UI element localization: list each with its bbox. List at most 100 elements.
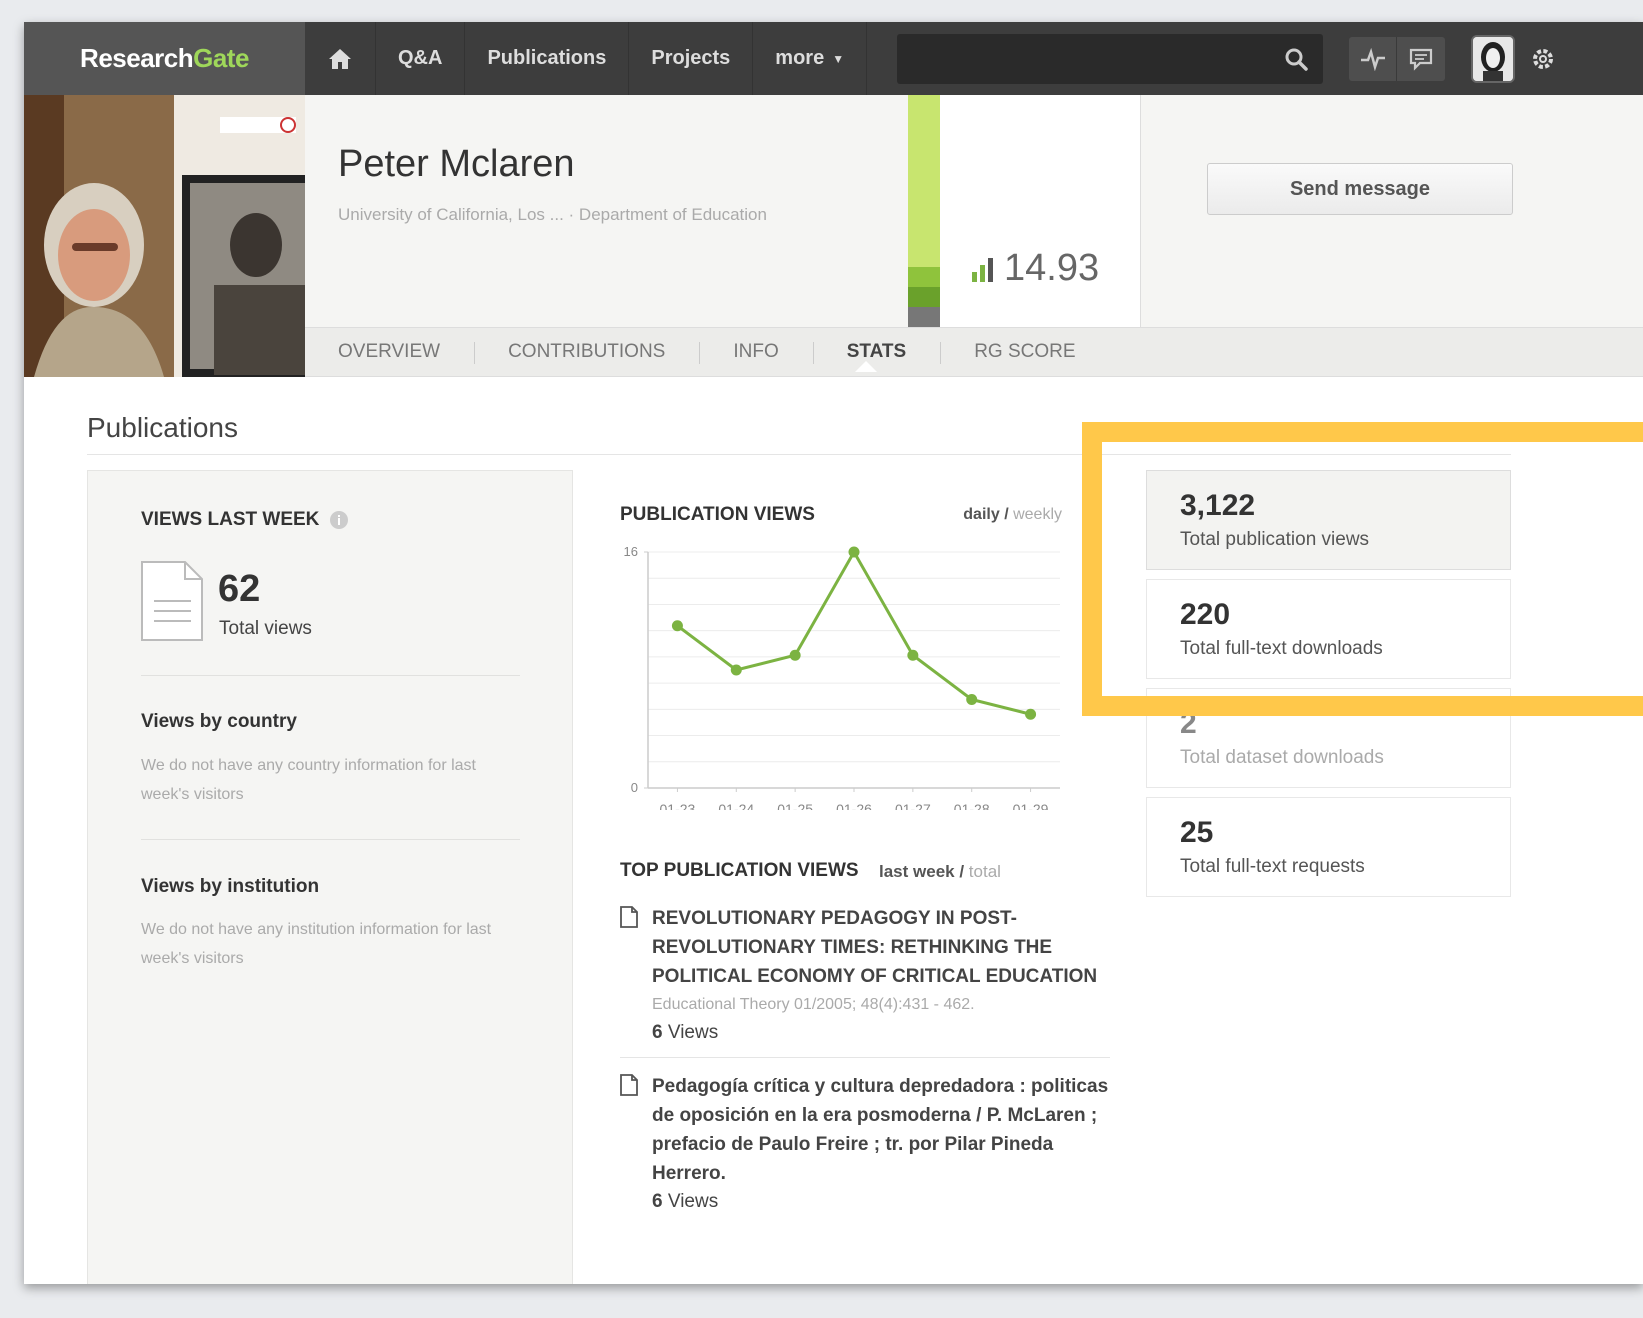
- chart-y-tick-label: 16: [624, 544, 638, 559]
- stat-label: Total dataset downloads: [1180, 747, 1384, 768]
- caret-down-icon: ▼: [832, 51, 845, 66]
- profile-name: Peter Mclaren: [338, 143, 575, 185]
- nav-qa[interactable]: Q&A: [376, 22, 466, 95]
- chart-x-tick-label: 01-25: [777, 801, 813, 810]
- stat-value: 2: [1180, 707, 1197, 740]
- nav-qa-label: Q&A: [398, 47, 443, 69]
- rg-score-number: 14.93: [1004, 247, 1100, 289]
- logo-text-research: Research: [80, 43, 194, 73]
- browser-window: Research Gate Q&A Publications Projects m…: [24, 22, 1643, 1284]
- chart-data-point: [1025, 708, 1037, 720]
- divider: [87, 454, 1511, 455]
- publication-views-count: 6: [652, 1022, 663, 1043]
- nav-projects[interactable]: Projects: [629, 22, 754, 95]
- profile-affiliation[interactable]: University of California, Los ... · Depa…: [338, 205, 767, 225]
- chart-x-tick-label: 01-26: [836, 801, 872, 810]
- stat-total-fulltext-requests[interactable]: 25 Total full-text requests: [1146, 797, 1511, 897]
- activity-button[interactable]: [1349, 36, 1398, 81]
- views-last-week-panel: VIEWS LAST WEEK 62 Total views Views by …: [87, 470, 573, 1284]
- score-bar-segment: [908, 287, 940, 307]
- search-icon[interactable]: [1283, 46, 1309, 72]
- divider: [620, 1057, 1110, 1058]
- score-bar-segment: [908, 95, 940, 267]
- total-views-label: Total views: [219, 618, 312, 639]
- profile-photo[interactable]: [24, 95, 305, 377]
- views-by-country-heading: Views by country: [141, 711, 297, 732]
- settings-button[interactable]: [1523, 37, 1563, 81]
- profile-photo-image: [24, 95, 305, 377]
- top-pubs-toggle: last week / total: [879, 862, 1001, 882]
- divider: [141, 675, 520, 676]
- tab-info[interactable]: INFO: [699, 340, 812, 364]
- stat-value: 25: [1180, 816, 1214, 849]
- tab-rg-score[interactable]: RG SCORE: [940, 340, 1109, 364]
- active-tab-pointer: [855, 361, 877, 372]
- info-icon[interactable]: [329, 510, 349, 530]
- views-last-week-heading: VIEWS LAST WEEK: [141, 509, 349, 531]
- send-message-button[interactable]: Send message: [1207, 163, 1513, 215]
- nav-items: Q&A Publications Projects more ▼: [305, 22, 868, 95]
- publication-views-count: 6: [652, 1191, 663, 1212]
- views-by-institution-note: We do not have any institution informati…: [141, 921, 492, 967]
- document-icon: [620, 1074, 638, 1096]
- nav-more-label: more: [775, 47, 825, 69]
- chart-series-line: [676, 548, 1031, 716]
- chart-data-point: [789, 649, 801, 661]
- nav-publications[interactable]: Publications: [465, 22, 630, 95]
- logo-text-gate: Gate: [193, 43, 249, 73]
- chart-data-point: [966, 694, 978, 705]
- message-bubble-icon: [1409, 48, 1433, 71]
- notification-icons: [1349, 36, 1446, 81]
- top-pubs-title: TOP PUBLICATION VIEWS: [620, 860, 859, 881]
- total-views-count: 62: [218, 568, 261, 610]
- user-avatar[interactable]: [1471, 34, 1516, 83]
- stat-value: 3,122: [1180, 489, 1256, 522]
- chart-data-point: [907, 649, 919, 661]
- nav-more[interactable]: more ▼: [753, 22, 868, 95]
- chart-x-tick-label: 01-28: [954, 801, 990, 810]
- stat-total-fulltext-downloads[interactable]: 220 Total full-text downloads: [1146, 579, 1511, 679]
- score-bar-segment: [908, 307, 940, 327]
- chart-x-tick-label: 01-23: [660, 801, 696, 810]
- tab-overview[interactable]: OVERVIEW: [305, 340, 474, 364]
- top-navbar: Research Gate Q&A Publications Projects m…: [24, 22, 1643, 95]
- rg-score-panel[interactable]: 14.93: [940, 95, 1140, 327]
- tab-contributions[interactable]: CONTRIBUTIONS: [474, 340, 699, 364]
- search-box[interactable]: [897, 33, 1324, 84]
- score-bar-segment: [908, 267, 940, 287]
- list-item: REVOLUTIONARY PEDAGOGY IN POST-REVOLUTIO…: [620, 904, 1120, 1047]
- publication-title-link[interactable]: Pedagogía crítica y cultura depredadora …: [652, 1072, 1120, 1188]
- nav-projects-label: Projects: [651, 47, 731, 69]
- nav-publications-label: Publications: [487, 47, 607, 69]
- stat-label: Total full-text requests: [1180, 856, 1365, 877]
- publication-views: 6 Views: [652, 1019, 1120, 1047]
- profile-header: Peter Mclaren University of California, …: [24, 95, 1643, 377]
- gear-icon: [1533, 48, 1554, 69]
- publication-views-label: Views: [667, 1022, 719, 1043]
- publication-views: 6 Views: [652, 1188, 1120, 1216]
- search-input[interactable]: [897, 33, 1324, 84]
- home-icon: [329, 48, 351, 69]
- own-stats-link[interactable]: See your own publication stats: [1246, 426, 1512, 440]
- researchgate-logo[interactable]: Research Gate: [24, 22, 305, 95]
- chart-data-point: [671, 620, 683, 632]
- toggle-last-week[interactable]: last week /: [879, 862, 964, 881]
- chart-x-tick-label: 01-29: [1013, 801, 1049, 810]
- toggle-total[interactable]: total: [969, 862, 1001, 881]
- stat-total-publication-views[interactable]: 3,122 Total publication views: [1146, 470, 1511, 570]
- chart-x-tick-label: 01-24: [718, 801, 754, 810]
- publication-meta: Educational Theory 01/2005; 48(4):431 - …: [652, 996, 975, 1013]
- home-button[interactable]: [305, 22, 376, 95]
- activity-pulse-icon: [1360, 47, 1385, 71]
- user-avatar-icon: [1473, 36, 1514, 81]
- chart-data-point: [848, 546, 860, 558]
- profile-tabs: OVERVIEW CONTRIBUTIONS INFO STATS RG SCO…: [305, 327, 1643, 377]
- messages-button[interactable]: [1397, 37, 1445, 81]
- chart-x-tick-label: 01-27: [895, 801, 931, 810]
- document-icon: [141, 561, 203, 641]
- publication-views-label: Views: [667, 1191, 719, 1212]
- stat-value: 220: [1180, 598, 1231, 631]
- publication-title-link[interactable]: REVOLUTIONARY PEDAGOGY IN POST-REVOLUTIO…: [652, 904, 1120, 991]
- publication-views-chart: PUBLICATION VIEWS daily / weekly 0 16 01-2…: [620, 470, 1070, 810]
- stat-total-dataset-downloads[interactable]: 2 Total dataset downloads: [1146, 688, 1511, 788]
